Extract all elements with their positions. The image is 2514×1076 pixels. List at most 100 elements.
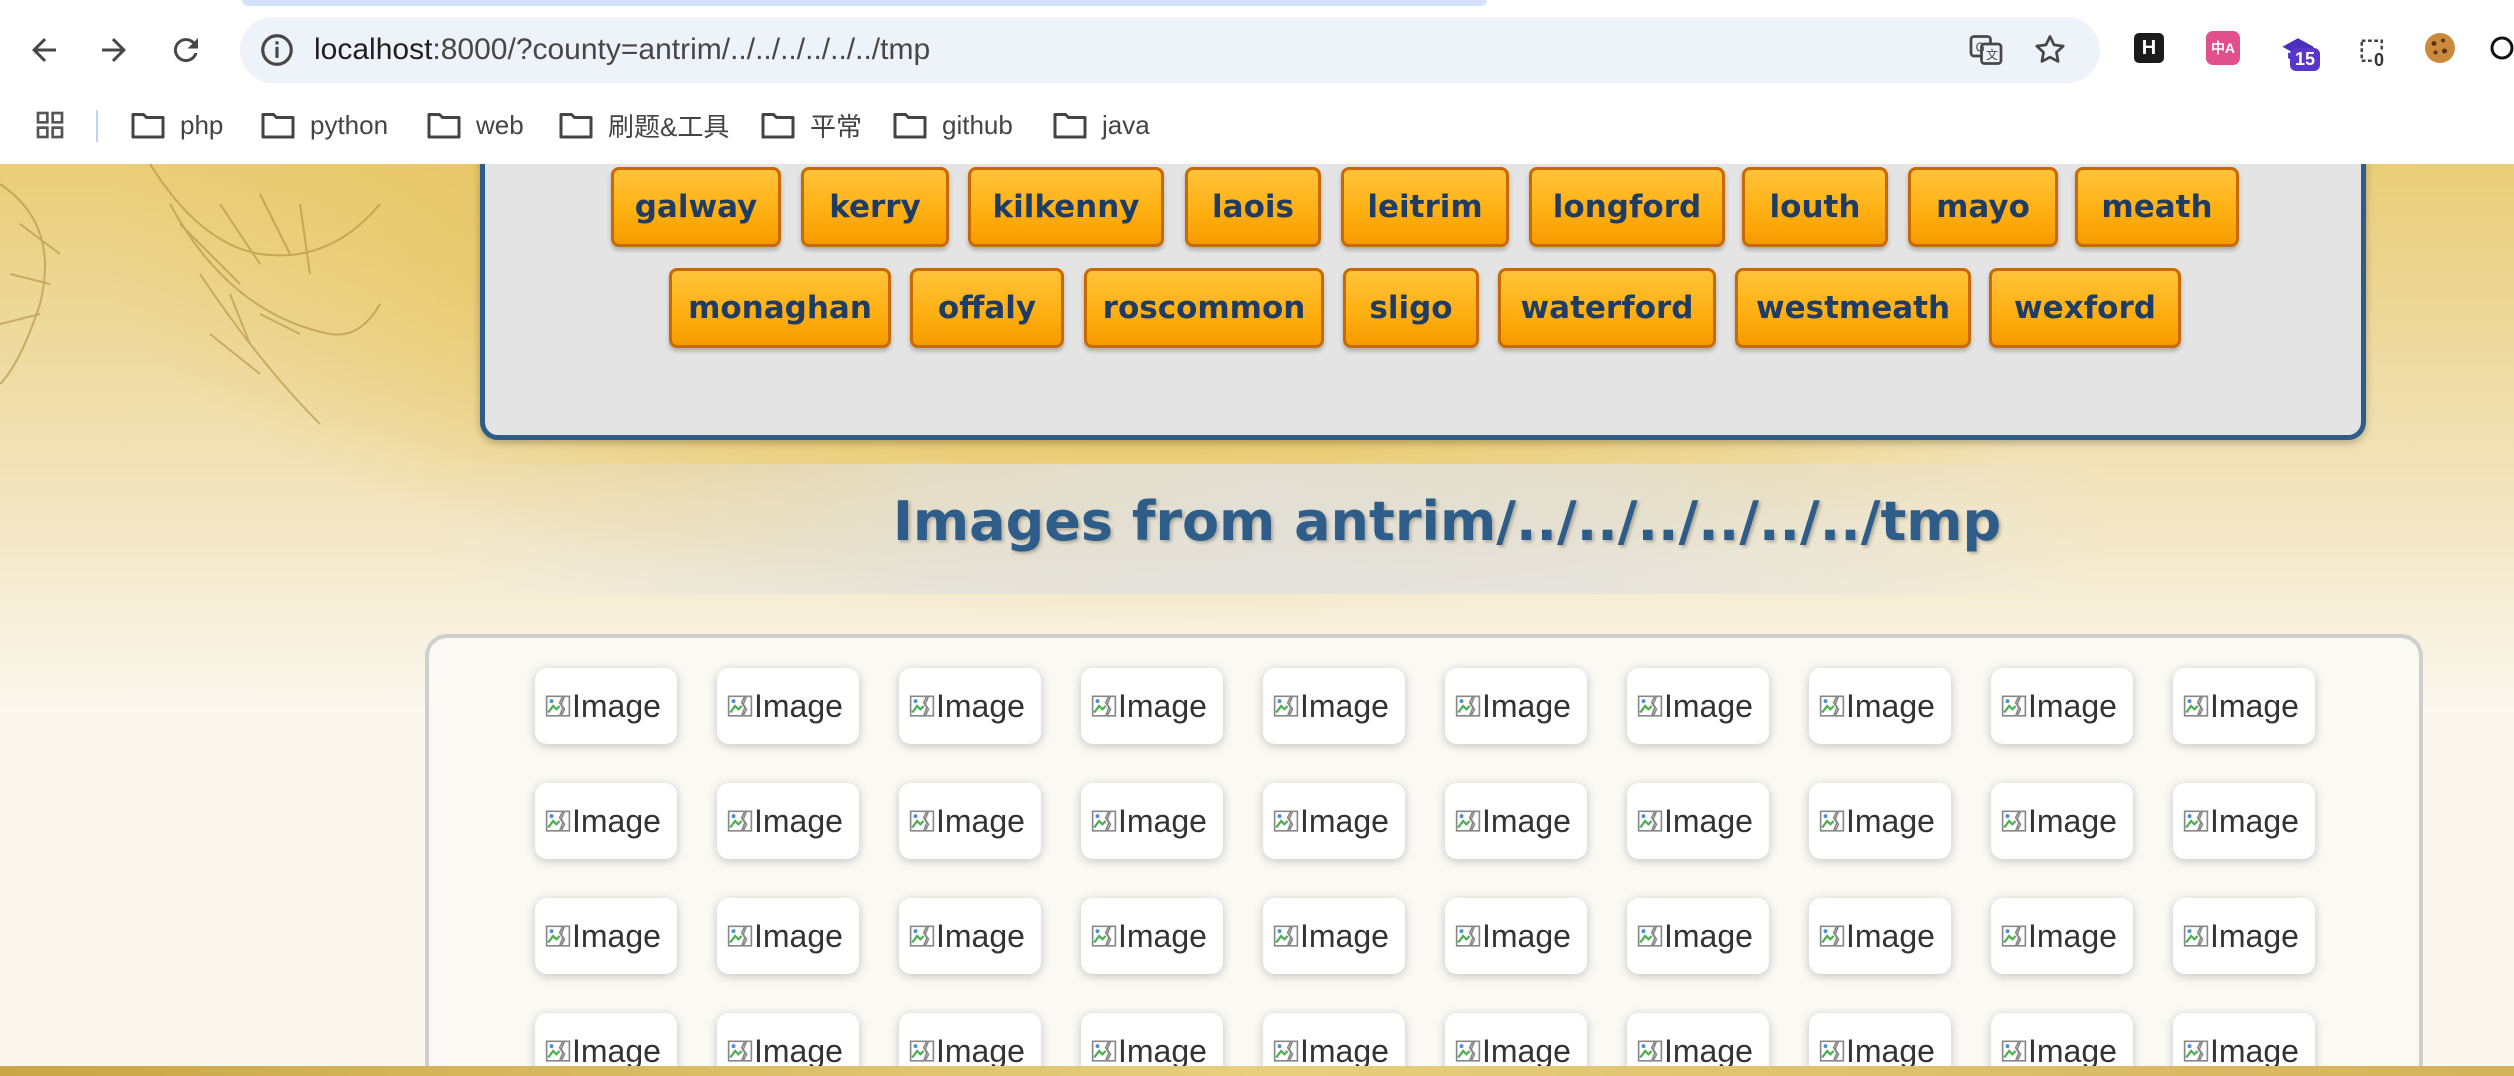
bookmark-folder-tools[interactable]: 刷题&工具 xyxy=(558,100,729,150)
gallery-image[interactable]: Image xyxy=(717,668,859,744)
gallery-image[interactable]: Image xyxy=(899,668,1041,744)
graduation-extension-icon[interactable]: 15 xyxy=(2276,28,2321,74)
url-text[interactable]: localhost:8000/?county=antrim/../../../.… xyxy=(314,17,930,83)
broken-image-icon xyxy=(2183,1040,2209,1062)
gallery-image[interactable]: Image xyxy=(1991,668,2133,744)
gallery-image[interactable]: Image xyxy=(1991,898,2133,974)
county-button-westmeath[interactable]: westmeath xyxy=(1735,268,1971,348)
gallery-image[interactable]: Image xyxy=(1809,898,1951,974)
image-alt-text: Image xyxy=(2210,1032,2299,1069)
gallery-image[interactable]: Image xyxy=(1445,783,1587,859)
cookie-extension-icon[interactable] xyxy=(2420,28,2460,68)
gallery-image[interactable]: Image xyxy=(1081,668,1223,744)
gallery-image[interactable]: Image xyxy=(717,783,859,859)
browser-chrome: localhost:8000/?county=antrim/../../../.… xyxy=(0,0,2514,165)
bookmark-folder-java[interactable]: java xyxy=(1052,100,1150,150)
broken-image-icon xyxy=(1819,1040,1845,1062)
county-button-kilkenny[interactable]: kilkenny xyxy=(968,167,1164,247)
gallery-image[interactable]: Image xyxy=(1263,783,1405,859)
address-bar[interactable]: localhost:8000/?county=antrim/../../../.… xyxy=(240,17,2100,83)
county-button-longford[interactable]: longford xyxy=(1529,167,1725,247)
county-button-waterford[interactable]: waterford xyxy=(1498,268,1716,348)
image-alt-text: Image xyxy=(2210,917,2299,954)
gallery-image[interactable]: Image xyxy=(1627,783,1769,859)
broken-image-icon xyxy=(909,810,935,832)
gallery-image[interactable]: Image xyxy=(2173,668,2315,744)
translate-extension-icon[interactable]: 中A xyxy=(2206,31,2240,65)
bookmark-folder-github[interactable]: github xyxy=(892,100,1013,150)
bookmark-folder-php[interactable]: php xyxy=(130,100,223,150)
gallery-image[interactable]: Image xyxy=(1445,898,1587,974)
image-alt-text: Image xyxy=(1300,917,1389,954)
bookmark-folder-web[interactable]: web xyxy=(426,100,524,150)
broken-image-icon xyxy=(1455,810,1481,832)
county-button-monaghan[interactable]: monaghan xyxy=(669,268,891,348)
gallery-image[interactable]: Image xyxy=(1991,783,2133,859)
county-button-louth[interactable]: louth xyxy=(1742,167,1888,247)
gallery-image[interactable]: Image xyxy=(1627,668,1769,744)
county-button-laois[interactable]: laois xyxy=(1185,167,1321,247)
bookmark-label: github xyxy=(942,109,1013,140)
gallery-image[interactable]: Image xyxy=(535,898,677,974)
broken-image-icon xyxy=(1819,695,1845,717)
county-button-wexford[interactable]: wexford xyxy=(1989,268,2181,348)
gallery-image[interactable]: Image xyxy=(1445,668,1587,744)
counter-extension-icon[interactable]: 0 xyxy=(2352,30,2394,74)
gallery-image[interactable]: Image xyxy=(1627,898,1769,974)
apps-grid-icon[interactable] xyxy=(34,100,66,150)
broken-image-icon xyxy=(727,810,753,832)
bookmarks-bar: php python web 刷题&工具 平常 github java xyxy=(0,100,2514,150)
bookmark-star-icon[interactable] xyxy=(2030,30,2070,70)
image-alt-text: Image xyxy=(2210,687,2299,724)
gallery-image[interactable]: Image xyxy=(1809,668,1951,744)
bookmark-label: php xyxy=(180,109,224,140)
folder-icon xyxy=(761,113,795,139)
gallery-image[interactable]: Image xyxy=(899,783,1041,859)
url-path: :8000/?county=antrim/../../../../../../t… xyxy=(432,33,931,66)
image-alt-text: Image xyxy=(1664,917,1753,954)
county-button-sligo[interactable]: sligo xyxy=(1343,268,1479,348)
gallery-image[interactable]: Image xyxy=(1263,898,1405,974)
counter-extension-badge: 0 xyxy=(2374,50,2385,71)
broken-image-icon xyxy=(1637,1040,1663,1062)
gallery-image[interactable]: Image xyxy=(1263,668,1405,744)
image-alt-text: Image xyxy=(754,802,843,839)
back-button[interactable] xyxy=(16,22,72,78)
gallery-image[interactable]: Image xyxy=(2173,898,2315,974)
gallery-image[interactable]: Image xyxy=(1081,783,1223,859)
svg-text:文: 文 xyxy=(1986,47,1998,62)
bookmark-folder-python[interactable]: python xyxy=(260,100,388,150)
folder-icon xyxy=(893,113,927,139)
broken-image-icon xyxy=(727,695,753,717)
image-alt-text: Image xyxy=(572,687,661,724)
county-button-leitrim[interactable]: leitrim xyxy=(1341,167,1509,247)
gallery-image[interactable]: Image xyxy=(717,898,859,974)
forward-button[interactable] xyxy=(86,22,142,78)
broken-image-icon xyxy=(545,1040,571,1062)
broken-image-icon xyxy=(1455,925,1481,947)
county-button-meath[interactable]: meath xyxy=(2075,167,2239,247)
broken-image-icon xyxy=(1819,810,1845,832)
bookmark-label: web xyxy=(476,109,524,140)
gallery-image[interactable]: Image xyxy=(1809,783,1951,859)
broken-image-icon xyxy=(2001,925,2027,947)
broken-image-icon xyxy=(1273,925,1299,947)
folder-icon xyxy=(131,113,165,139)
reload-button[interactable] xyxy=(158,22,214,78)
site-info-icon[interactable] xyxy=(258,31,296,69)
bookmark-folder-daily[interactable]: 平常 xyxy=(760,100,862,150)
county-button-mayo[interactable]: mayo xyxy=(1908,167,2058,247)
county-button-galway[interactable]: galway xyxy=(611,167,781,247)
gallery-image[interactable]: Image xyxy=(2173,783,2315,859)
gallery-image[interactable]: Image xyxy=(1081,898,1223,974)
gallery-image[interactable]: Image xyxy=(535,668,677,744)
translate-page-icon[interactable]: G文 xyxy=(1966,30,2006,70)
county-button-kerry[interactable]: kerry xyxy=(801,167,949,247)
h-extension-icon[interactable]: H xyxy=(2134,33,2164,63)
gallery-image[interactable]: Image xyxy=(899,898,1041,974)
profile-avatar-icon[interactable] xyxy=(2490,28,2514,68)
county-button-roscommon[interactable]: roscommon xyxy=(1084,268,1324,348)
page-viewport: galway kerry kilkenny laois leitrim long… xyxy=(0,164,2514,1076)
gallery-image[interactable]: Image xyxy=(535,783,677,859)
county-button-offaly[interactable]: offaly xyxy=(910,268,1064,348)
